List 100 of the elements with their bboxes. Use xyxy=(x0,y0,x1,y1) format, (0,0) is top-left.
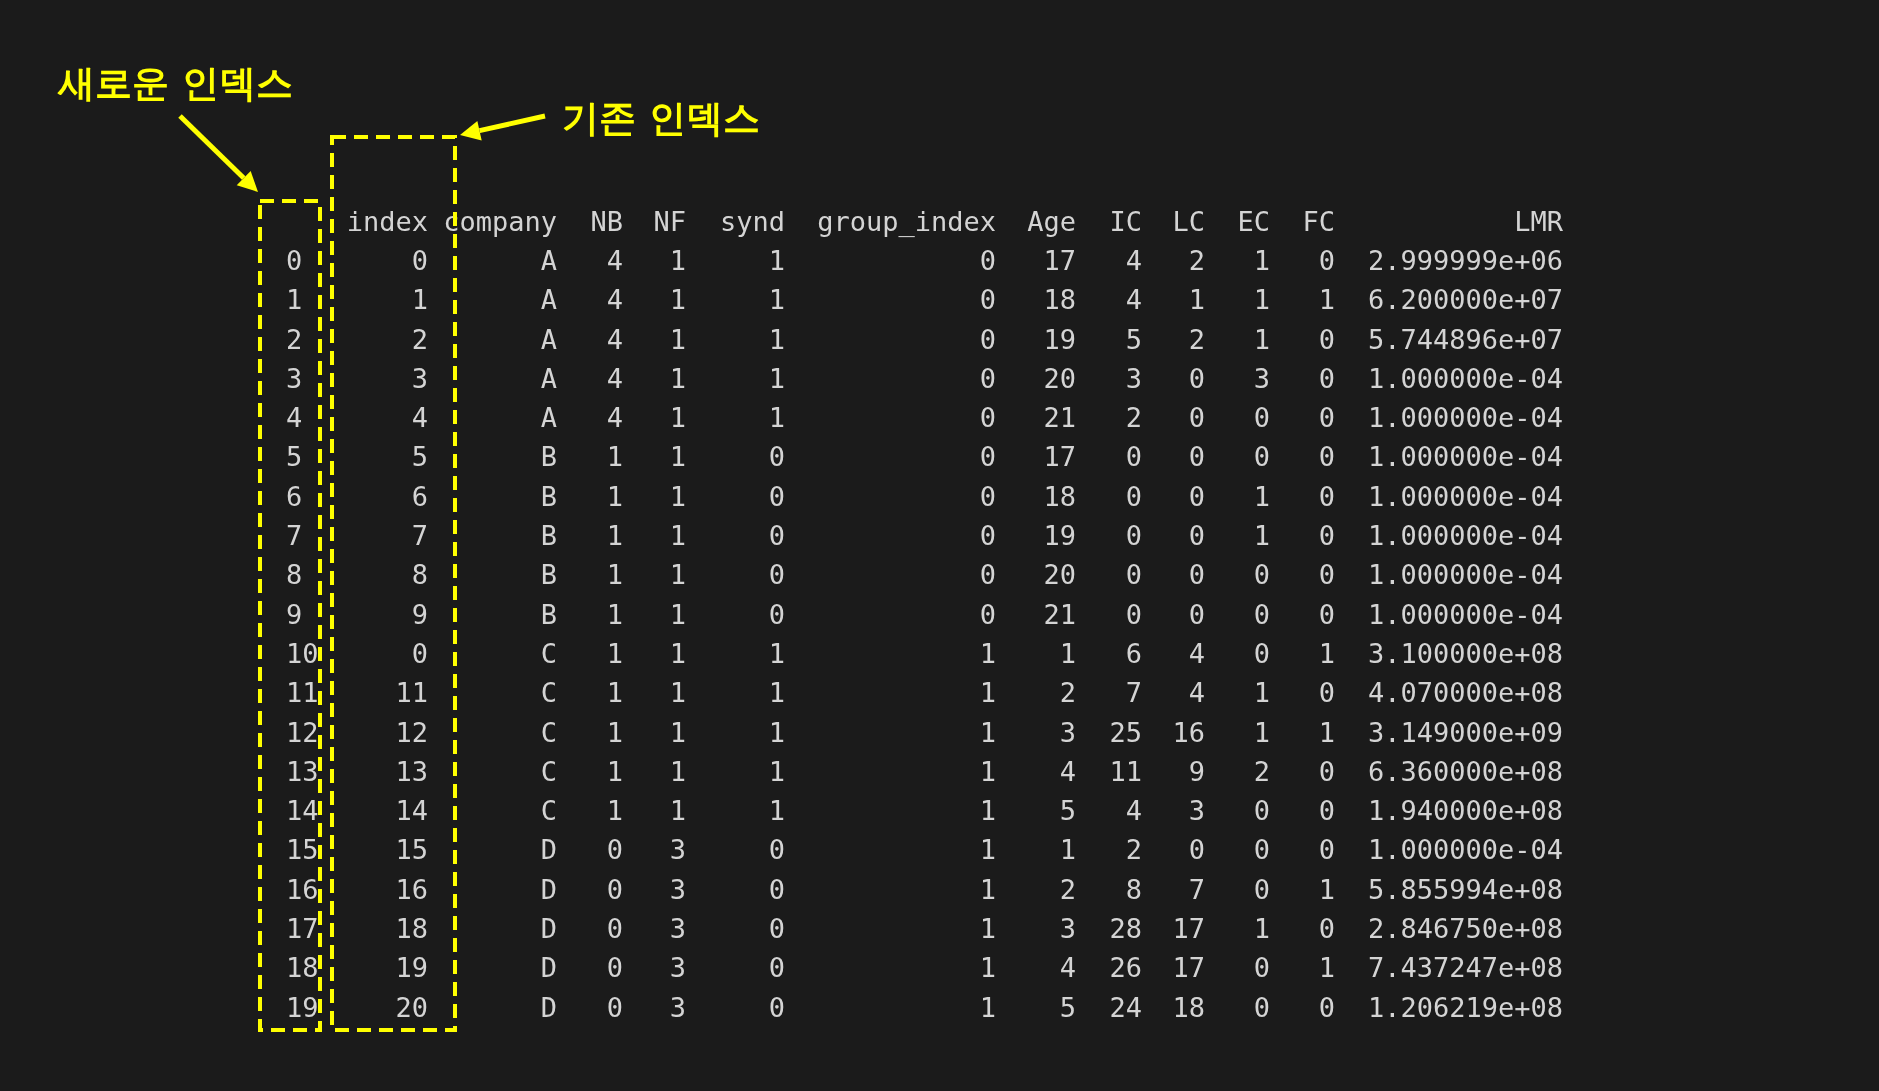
table-cell: 0 xyxy=(768,559,785,592)
table-cell: 4.070000e+08 xyxy=(1367,677,1563,710)
row-index: 11 xyxy=(286,677,319,710)
table-cell: 0 xyxy=(768,913,785,945)
table-cell: 5.855994e+08 xyxy=(1367,873,1563,906)
table-cell: 0 xyxy=(979,520,996,552)
table-cell: 2 xyxy=(411,323,428,356)
table-cell: 1 xyxy=(979,677,996,710)
table-cell: 1 xyxy=(768,244,785,277)
table-cell: 0 xyxy=(1253,559,1270,592)
table-cell: 8 xyxy=(1125,873,1142,906)
table-cell: 1 xyxy=(1318,637,1335,670)
table-cell: 0 xyxy=(979,362,996,395)
table-cell: 1 xyxy=(1253,284,1270,317)
table-cell: 0 xyxy=(1253,873,1270,906)
table-cell: 15 xyxy=(395,834,428,867)
table-cell: 11 xyxy=(1109,755,1142,788)
table-cell: 1 xyxy=(979,716,996,749)
table-cell: 1 xyxy=(979,991,996,1024)
column-header: EC xyxy=(1237,205,1270,238)
table-cell: 1 xyxy=(1253,677,1270,710)
table-cell: 0 xyxy=(979,441,996,474)
table-cell: 20 xyxy=(395,991,428,1024)
table-cell: 2.846750e+08 xyxy=(1367,913,1563,945)
table-cell: D xyxy=(540,834,557,867)
column-header: NF xyxy=(653,205,686,238)
table-cell: 1 xyxy=(979,795,996,828)
table-cell: 5 xyxy=(411,441,428,474)
table-cell: 1 xyxy=(669,441,686,474)
row-index: 9 xyxy=(286,598,303,631)
row-index: 19 xyxy=(286,991,319,1024)
table-cell: 5 xyxy=(1125,323,1142,356)
table-cell: D xyxy=(540,991,557,1024)
table-cell: 4 xyxy=(1059,952,1076,985)
table-cell: 0 xyxy=(1253,991,1270,1024)
table-cell: 0 xyxy=(1253,834,1270,867)
table-cell: 3.149000e+09 xyxy=(1367,716,1563,749)
table-cell: 19 xyxy=(1043,323,1076,356)
table-cell: 18 xyxy=(395,913,428,945)
table-cell: 1 xyxy=(1059,637,1076,670)
table-cell: 0 xyxy=(1125,598,1142,631)
table-cell: 3.100000e+08 xyxy=(1367,637,1563,670)
table-cell: B xyxy=(540,480,557,513)
table-cell: 0 xyxy=(979,480,996,513)
table-cell: 1 xyxy=(606,677,623,710)
table-cell: 1 xyxy=(606,716,623,749)
table-cell: 3 xyxy=(1059,913,1076,945)
table-cell: 0 xyxy=(768,834,785,867)
table-cell: 1 xyxy=(1253,323,1270,356)
table-cell: 1 xyxy=(768,677,785,710)
table-cell: 7 xyxy=(1188,873,1205,906)
table-cell: 1 xyxy=(768,716,785,749)
table-cell: 1 xyxy=(768,284,785,317)
table-cell: D xyxy=(540,873,557,906)
table-cell: 2 xyxy=(1253,755,1270,788)
table-cell: 1 xyxy=(1059,834,1076,867)
table-cell: 0 xyxy=(1318,598,1335,631)
table-cell: 1 xyxy=(768,755,785,788)
table-cell: 3 xyxy=(1125,362,1142,395)
row-index: 18 xyxy=(286,952,319,985)
table-cell: 4 xyxy=(1188,677,1205,710)
table-cell: 3 xyxy=(669,873,686,906)
table-cell: 2 xyxy=(1188,323,1205,356)
table-cell: 1 xyxy=(606,755,623,788)
table-cell: 1.000000e-04 xyxy=(1367,834,1563,867)
table-cell: 1 xyxy=(606,559,623,592)
table-cell: A xyxy=(540,284,557,317)
table-cell: 1 xyxy=(979,637,996,670)
column-header: synd xyxy=(719,205,785,238)
table-cell: 6.360000e+08 xyxy=(1367,755,1563,788)
table-cell: 1 xyxy=(669,755,686,788)
table-cell: 0 xyxy=(1318,559,1335,592)
table-cell: 0 xyxy=(1188,559,1205,592)
table-cell: 1 xyxy=(1318,952,1335,985)
table-cell: 0 xyxy=(979,559,996,592)
table-cell: 0 xyxy=(1318,677,1335,710)
row-index: 14 xyxy=(286,795,319,828)
table-cell: 0 xyxy=(768,598,785,631)
table-cell: 9 xyxy=(411,598,428,631)
table-cell: 1.000000e-04 xyxy=(1367,362,1563,395)
table-cell: 4 xyxy=(606,362,623,395)
table-cell: B xyxy=(540,559,557,592)
table-cell: A xyxy=(540,244,557,277)
table-cell: 0 xyxy=(606,873,623,906)
table-cell: 1 xyxy=(768,323,785,356)
row-index: 12 xyxy=(286,716,319,749)
table-cell: 4 xyxy=(411,402,428,435)
table-cell: 1 xyxy=(669,795,686,828)
table-cell: 1 xyxy=(669,323,686,356)
table-cell: 0 xyxy=(1318,834,1335,867)
column-header: IC xyxy=(1109,205,1142,238)
column-header: group_index xyxy=(817,205,996,238)
table-cell: 19 xyxy=(1043,520,1076,552)
table-cell: 1.940000e+08 xyxy=(1367,795,1563,828)
table-cell: 1 xyxy=(1318,716,1335,749)
table-cell: 1 xyxy=(669,716,686,749)
table-cell: 1 xyxy=(669,362,686,395)
table-cell: 0 xyxy=(979,284,996,317)
table-cell: 0 xyxy=(1318,913,1335,945)
table-cell: 1 xyxy=(606,795,623,828)
